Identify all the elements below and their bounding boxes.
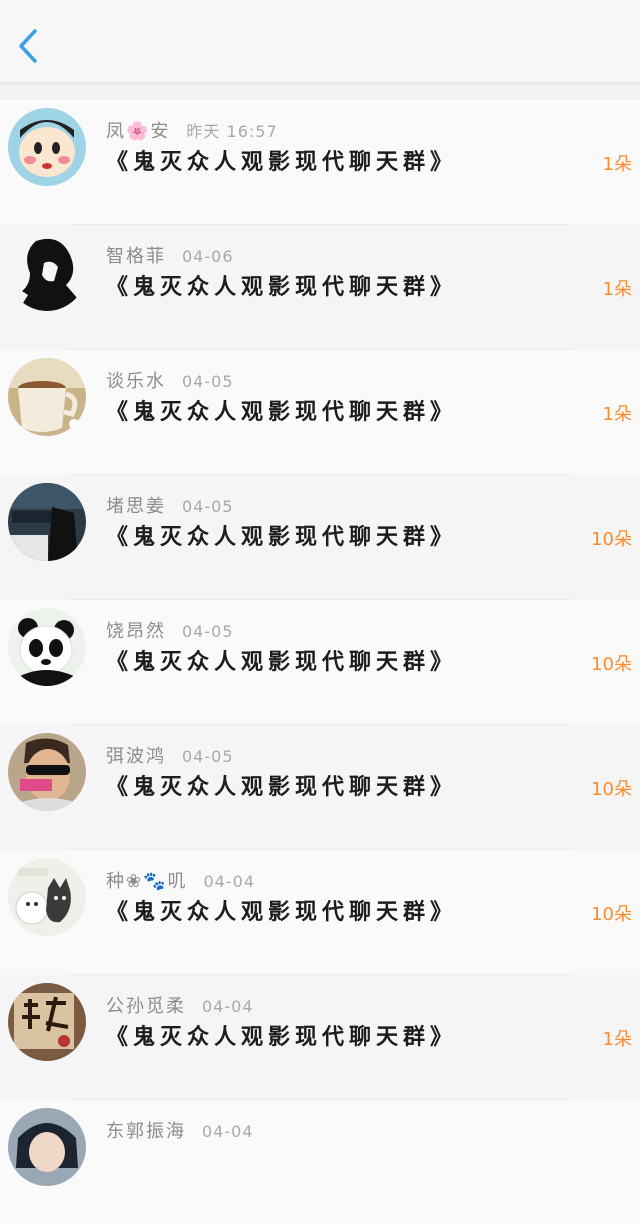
timestamp: 04-04 [202,997,254,1016]
avatar[interactable] [8,358,86,436]
avatar-man-sunglasses-icon [8,733,86,811]
sender-name: 公孙觅柔 04-04 [106,996,254,1017]
list-item[interactable]: 种❀🐾叽 04-04 《鬼灭众人观影现代聊天群》 10朵 [0,850,640,975]
avatar[interactable] [8,983,86,1061]
timestamp: 04-04 [203,872,255,891]
avatar-coffee-cup-icon [8,358,86,436]
sender-name: 弭波鸿 04-05 [106,746,234,767]
list-item[interactable]: 凤🌸安 昨天 16:57 《鬼灭众人观影现代聊天群》 1朵 [0,100,640,225]
avatar[interactable] [8,608,86,686]
avatar-scp-poster-icon [8,483,86,561]
top-bar [0,0,640,83]
list-item[interactable]: 弭波鸿 04-05 《鬼灭众人观影现代聊天群》 10朵 [0,725,640,850]
avatar[interactable] [8,858,86,936]
list-item[interactable]: 饶昂然 04-05 《鬼灭众人观影现代聊天群》 10朵 [0,600,640,725]
timestamp: 04-05 [182,622,234,641]
sender-name: 东郭振海 04-04 [106,1121,254,1142]
avatar-cartoon-cat-icon [8,858,86,936]
avatar-calligraphy-icon [8,983,86,1061]
message-text: 《鬼灭众人观影现代聊天群》 [106,525,458,550]
timestamp: 04-05 [182,372,234,391]
sender-name: 种❀🐾叽 04-04 [106,871,255,892]
avatar[interactable] [8,1108,86,1186]
flower-count: 1朵 [602,1029,632,1050]
sender-name: 饶昂然 04-05 [106,621,234,642]
message-text: 《鬼灭众人观影现代聊天群》 [106,150,458,175]
avatar[interactable] [8,483,86,561]
flower-count: 10朵 [591,904,632,925]
message-text: 《鬼灭众人观影现代聊天群》 [106,275,458,300]
flower-count: 1朵 [602,404,632,425]
avatar-panda-icon [8,608,86,686]
timestamp: 04-04 [202,1122,254,1141]
list-item[interactable]: 智格菲 04-06 《鬼灭众人观影现代聊天群》 1朵 [0,225,640,350]
avatar-silhouette-icon [8,233,86,311]
avatar[interactable] [8,108,86,186]
flower-count: 10朵 [591,529,632,550]
flower-gift-list: 凤🌸安 昨天 16:57 《鬼灭众人观影现代聊天群》 1朵 智格菲 04-06 《鬼… [0,100,640,1225]
sender-name: 智格菲 04-06 [106,246,234,267]
flower-count: 10朵 [591,779,632,800]
back-button[interactable] [8,24,48,68]
sender-name: 堵思姜 04-05 [106,496,234,517]
timestamp: 04-05 [182,747,234,766]
message-text: 《鬼灭众人观影现代聊天群》 [106,900,458,925]
timestamp: 04-05 [182,497,234,516]
sender-name: 凤🌸安 昨天 16:57 [106,121,278,142]
flower-count: 1朵 [602,279,632,300]
list-item[interactable]: 谈乐水 04-05 《鬼灭众人观影现代聊天群》 1朵 [0,350,640,475]
flower-count: 10朵 [591,654,632,675]
timestamp: 04-06 [182,247,234,266]
flower-count: 1朵 [602,154,632,175]
timestamp: 昨天 16:57 [186,122,278,141]
chevron-left-icon [19,29,37,63]
avatar-cartoon-boy-icon [8,108,86,186]
list-item[interactable]: 公孙觅柔 04-04 《鬼灭众人观影现代聊天群》 1朵 [0,975,640,1100]
list-item[interactable]: 东郭振海 04-04 [0,1100,640,1225]
list-item[interactable]: 堵思姜 04-05 《鬼灭众人观影现代聊天群》 10朵 [0,475,640,600]
message-text: 《鬼灭众人观影现代聊天群》 [106,400,458,425]
message-text: 《鬼灭众人观影现代聊天群》 [106,1025,458,1050]
avatar[interactable] [8,733,86,811]
message-text: 《鬼灭众人观影现代聊天群》 [106,650,458,675]
message-text: 《鬼灭众人观影现代聊天群》 [106,775,458,800]
sender-name: 谈乐水 04-05 [106,371,234,392]
avatar[interactable] [8,233,86,311]
avatar-anime-character-icon [8,1108,86,1186]
